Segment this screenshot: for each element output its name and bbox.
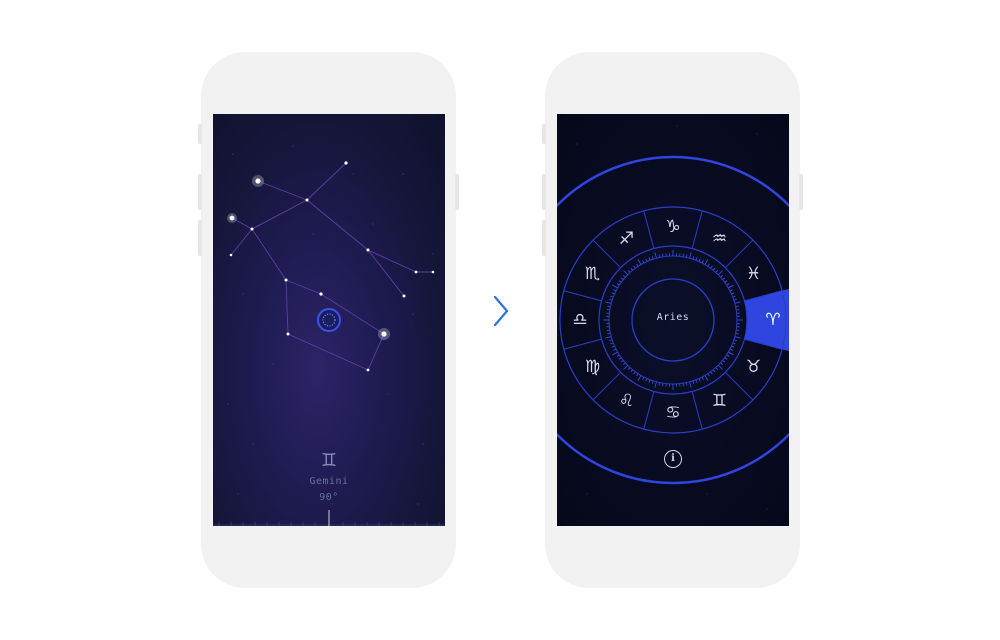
degree-tick — [612, 284, 618, 289]
libra-icon[interactable]: ♎ — [565, 308, 595, 332]
sign-divider — [563, 338, 602, 350]
degree-tick — [704, 375, 709, 381]
mute-switch — [198, 124, 202, 144]
gemini-icon: ♊ — [320, 450, 338, 471]
sign-divider — [643, 391, 655, 430]
degree-tick — [605, 336, 612, 339]
sign-divider — [691, 210, 703, 249]
volume-up-button — [542, 174, 546, 210]
capricorn-icon[interactable]: ♑ — [658, 215, 688, 239]
power-button — [455, 174, 459, 210]
taurus-icon[interactable]: ♉ — [739, 355, 769, 379]
degree-tick — [689, 252, 692, 259]
degree-tick — [728, 284, 734, 289]
sign-name: Gemini — [309, 476, 349, 487]
volume-down-button — [198, 220, 202, 256]
degree-tick — [717, 270, 723, 276]
aries-icon[interactable]: ♈ — [758, 308, 788, 332]
degree-tick — [623, 364, 629, 370]
degree-tick — [612, 351, 618, 356]
phone-frame-right: ♏ ♐ ♑ ♒ ♓ ♈ ♉ ♊ ♋ ♌ ♍ ♎ Aries i — [542, 52, 803, 588]
pisces-icon[interactable]: ♓ — [739, 262, 769, 286]
degree-tick — [637, 375, 642, 381]
compass-pointer-icon[interactable] — [317, 308, 341, 332]
sign-degree: 90° — [319, 492, 339, 503]
center-sign-label: Aries — [656, 312, 690, 323]
degree-tick — [623, 270, 629, 276]
degree-tick — [654, 381, 657, 388]
sign-divider — [643, 210, 655, 249]
gemini-icon[interactable]: ♊ — [705, 389, 735, 413]
degree-tick — [605, 301, 612, 304]
power-button — [799, 174, 803, 210]
leo-icon[interactable]: ♌ — [612, 389, 642, 413]
degree-tick — [734, 336, 741, 339]
degree-tick — [734, 301, 741, 304]
constellation-screen[interactable]: ♊ Gemini 90° — [213, 114, 445, 526]
degree-tick — [717, 364, 723, 370]
sign-divider — [691, 391, 703, 430]
virgo-icon[interactable]: ♍ — [577, 355, 607, 379]
sign-divider — [563, 290, 602, 302]
degree-tick — [637, 259, 642, 265]
scorpio-icon[interactable]: ♏ — [577, 262, 607, 286]
cancer-icon[interactable]: ♋ — [658, 401, 688, 425]
aquarius-icon[interactable]: ♒ — [705, 227, 735, 251]
info-icon[interactable]: i — [664, 450, 682, 468]
degree-tick — [689, 381, 692, 388]
degree-tick — [704, 259, 709, 265]
sagittarius-icon[interactable]: ♐ — [612, 227, 642, 251]
mute-switch — [542, 124, 546, 144]
degree-tick — [654, 252, 657, 259]
volume-down-button — [542, 220, 546, 256]
degree-tick — [728, 351, 734, 356]
constellation-lines — [230, 162, 433, 371]
zodiac-wheel-screen: ♏ ♐ ♑ ♒ ♓ ♈ ♉ ♊ ♋ ♌ ♍ ♎ Aries i — [557, 114, 789, 526]
chevron-right-icon — [493, 295, 509, 327]
phone-frame-left: ♊ Gemini 90° — [198, 52, 459, 588]
volume-up-button — [198, 174, 202, 210]
